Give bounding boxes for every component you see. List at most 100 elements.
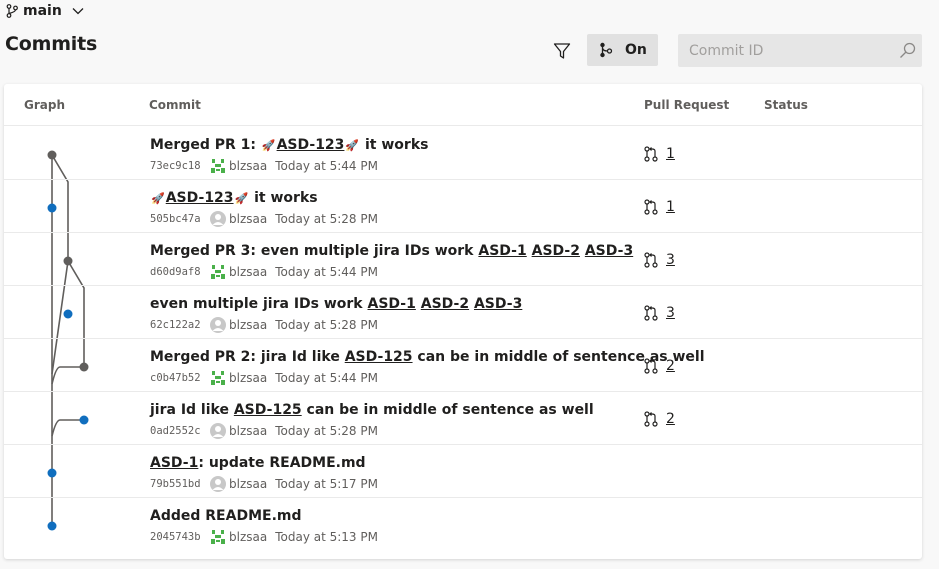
jira-link[interactable]: ASD-125 (345, 349, 413, 365)
pull-request-cell: 1 (644, 199, 675, 215)
commit-meta: 2045743b blzsaa Today at 5:13 PM (150, 528, 378, 546)
table-row[interactable]: Added README.md 2045743b blzsaa Today at… (4, 498, 922, 551)
commit-message-text: Merged PR 2: jira Id like (150, 349, 345, 365)
commit-id-link[interactable]: d60d9af8 (150, 266, 210, 278)
commit-meta: d60d9af8 blzsaa Today at 5:44 PM (150, 263, 378, 281)
column-header-graph: Graph (24, 98, 65, 112)
commit-id-link[interactable]: 0ad2552c (150, 425, 210, 437)
chevron-down-icon (72, 8, 84, 15)
column-header-pull-request: Pull Request (644, 98, 730, 112)
branch-name: main (23, 3, 62, 19)
author-name: blzsaa (229, 212, 268, 226)
pull-request-icon (644, 305, 658, 321)
avatar (210, 158, 226, 174)
pull-request-cell: 1 (644, 146, 675, 162)
commit-id-link[interactable]: 62c122a2 (150, 319, 210, 331)
jira-link[interactable]: ASD-123 (277, 137, 345, 153)
author-name: blzsaa (229, 424, 268, 438)
rocket-emoji: 🚀 (151, 192, 165, 205)
search-icon[interactable] (899, 42, 916, 59)
pull-request-link[interactable]: 3 (666, 305, 675, 321)
pull-request-icon (644, 199, 658, 215)
commit-message: Added README.md (150, 508, 302, 524)
pull-request-link[interactable]: 2 (666, 358, 675, 374)
table-row[interactable]: jira Id like ASD-125 can be in middle of… (4, 392, 922, 445)
commit-message-text: Merged PR 1: (150, 137, 261, 153)
pull-request-cell: 3 (644, 252, 675, 268)
commit-id-link[interactable]: 505bc47a (150, 213, 210, 225)
table-row[interactable]: even multiple jira IDs work ASD-1 ASD-2 … (4, 286, 922, 339)
author-name: blzsaa (229, 318, 268, 332)
commit-meta: 0ad2552c blzsaa Today at 5:28 PM (150, 422, 378, 440)
jira-link[interactable]: ASD-123 (166, 190, 234, 206)
branch-selector[interactable]: main (6, 2, 85, 20)
table-row[interactable]: Merged PR 2: jira Id like ASD-125 can be… (4, 339, 922, 392)
commit-time: Today at 5:28 PM (275, 318, 378, 332)
jira-link[interactable]: ASD-1 (368, 296, 416, 312)
commit-meta: 62c122a2 blzsaa Today at 5:28 PM (150, 316, 378, 334)
author-name: blzsaa (229, 159, 268, 173)
column-header-commit: Commit (149, 98, 201, 112)
branch-icon (6, 4, 18, 18)
column-header-status: Status (764, 98, 808, 112)
graph-toggle-label: On (625, 42, 647, 58)
filter-button[interactable] (550, 39, 574, 63)
commit-message-text: jira Id like (150, 402, 234, 418)
commit-id-link[interactable]: 79b551bd (150, 478, 210, 490)
pull-request-link[interactable]: 1 (666, 146, 675, 162)
avatar (210, 370, 226, 386)
pull-request-icon (644, 252, 658, 268)
commit-time: Today at 5:28 PM (275, 424, 378, 438)
jira-link[interactable]: ASD-2 (532, 243, 580, 259)
pull-request-link[interactable]: 1 (666, 199, 675, 215)
author-name: blzsaa (229, 477, 268, 491)
graph-toggle-button[interactable]: On (587, 34, 658, 66)
graph-icon (600, 42, 613, 58)
commit-time: Today at 5:28 PM (275, 212, 378, 226)
pull-request-icon (644, 146, 658, 162)
avatar (210, 264, 226, 280)
commit-message: Merged PR 3: even multiple jira IDs work… (150, 243, 633, 259)
commit-message-text: it works (360, 137, 429, 153)
jira-link[interactable]: ASD-1 (478, 243, 526, 259)
rocket-emoji: 🚀 (261, 139, 276, 152)
commit-id-search-input[interactable] (678, 34, 888, 67)
avatar (210, 476, 226, 492)
jira-link[interactable]: ASD-125 (234, 402, 302, 418)
table-row[interactable]: Merged PR 3: even multiple jira IDs work… (4, 233, 922, 286)
commit-time: Today at 5:44 PM (275, 371, 378, 385)
jira-link[interactable]: ASD-3 (474, 296, 522, 312)
rocket-emoji: 🚀 (345, 139, 360, 152)
commit-message-text: can be in middle of sentence as well (301, 402, 594, 418)
commit-message: 🚀 ASD-123 🚀 it works (150, 190, 318, 206)
commit-message-text: Merged PR 3: even multiple jira IDs work (150, 243, 479, 259)
table-header: Graph Commit Pull Request Status (4, 84, 922, 126)
pull-request-link[interactable]: 3 (666, 252, 675, 268)
jira-link[interactable]: ASD-1 (150, 455, 198, 471)
jira-link[interactable]: ASD-2 (421, 296, 469, 312)
pull-request-icon (644, 358, 658, 374)
table-row[interactable]: 🚀 ASD-123 🚀 it works 505bc47a blzsaa Tod… (4, 180, 922, 233)
commit-id-link[interactable]: 73ec9c18 (150, 160, 210, 172)
pull-request-link[interactable]: 2 (666, 411, 675, 427)
commit-message: ASD-1 : update README.md (150, 455, 366, 471)
avatar (210, 423, 226, 439)
commit-meta: c0b47b52 blzsaa Today at 5:44 PM (150, 369, 378, 387)
avatar (210, 529, 226, 545)
commit-message: even multiple jira IDs work ASD-1 ASD-2 … (150, 296, 522, 312)
commit-meta: 79b551bd blzsaa Today at 5:17 PM (150, 475, 378, 493)
avatar (210, 211, 226, 227)
commit-message-text: Added README.md (150, 508, 302, 524)
commit-id-link[interactable]: c0b47b52 (150, 372, 210, 384)
pull-request-icon (644, 411, 658, 427)
pull-request-cell: 2 (644, 358, 675, 374)
table-row[interactable]: ASD-1 : update README.md 79b551bd blzsaa… (4, 445, 922, 498)
commit-search (678, 34, 922, 67)
commit-id-link[interactable]: 2045743b (150, 531, 210, 543)
commit-time: Today at 5:44 PM (275, 265, 378, 279)
jira-link[interactable]: ASD-3 (585, 243, 633, 259)
filter-icon (553, 43, 571, 59)
commit-message-text: : update README.md (198, 455, 366, 471)
table-row[interactable]: Merged PR 1: 🚀 ASD-123 🚀 it works 73ec9c… (4, 127, 922, 180)
page-title: Commits (5, 33, 98, 55)
